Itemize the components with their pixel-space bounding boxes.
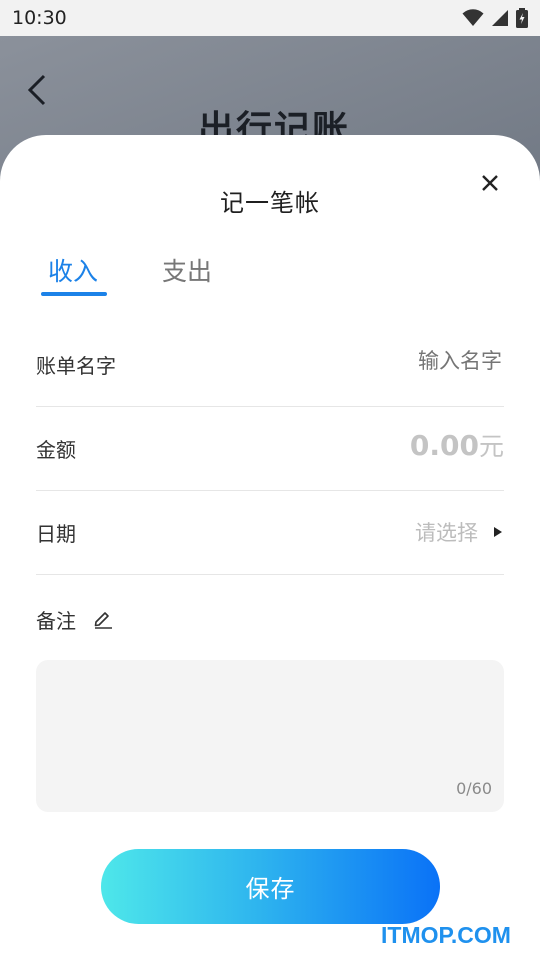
note-label: 备注: [36, 609, 76, 633]
note-char-counter: 0/60: [456, 779, 492, 798]
status-bar: 10:30: [0, 0, 540, 36]
date-picker[interactable]: 请选择: [415, 517, 504, 547]
bill-name-label: 账单名字: [36, 354, 116, 378]
save-button[interactable]: 保存: [101, 849, 440, 924]
amount-value: 0.00: [409, 429, 479, 462]
note-textarea[interactable]: 0/60: [36, 660, 504, 812]
status-time: 10:30: [12, 7, 67, 29]
status-icons: [462, 8, 528, 28]
active-tab-indicator: [41, 292, 107, 296]
amount-input[interactable]: 0.00元: [410, 427, 504, 463]
amount-row: 金额 0.00元: [36, 407, 504, 491]
wifi-icon: [462, 9, 484, 26]
tab-expense[interactable]: 支出: [162, 252, 212, 288]
date-row: 日期 请选择: [36, 491, 504, 575]
bill-name-row: 账单名字: [36, 323, 504, 407]
watermark: ITMOP.COM: [381, 922, 511, 948]
amount-unit: 元: [478, 432, 504, 461]
date-placeholder: 请选择: [415, 521, 478, 545]
date-label: 日期: [36, 522, 76, 546]
sheet-title: 记一笔帐: [220, 189, 320, 217]
close-icon[interactable]: [476, 169, 504, 197]
add-record-sheet: 记一笔帐 收入 支出 账单名字 金额 0.00元 日期 请选择 备注 0/60 …: [0, 135, 540, 960]
pencil-icon[interactable]: [92, 607, 114, 629]
amount-label: 金额: [36, 438, 76, 462]
caret-right-icon: [494, 527, 502, 537]
back-arrow-icon[interactable]: [22, 72, 54, 108]
signal-icon: [492, 10, 508, 26]
tab-income[interactable]: 收入: [48, 252, 98, 288]
battery-icon: [516, 8, 528, 28]
bill-name-input[interactable]: [260, 348, 504, 374]
